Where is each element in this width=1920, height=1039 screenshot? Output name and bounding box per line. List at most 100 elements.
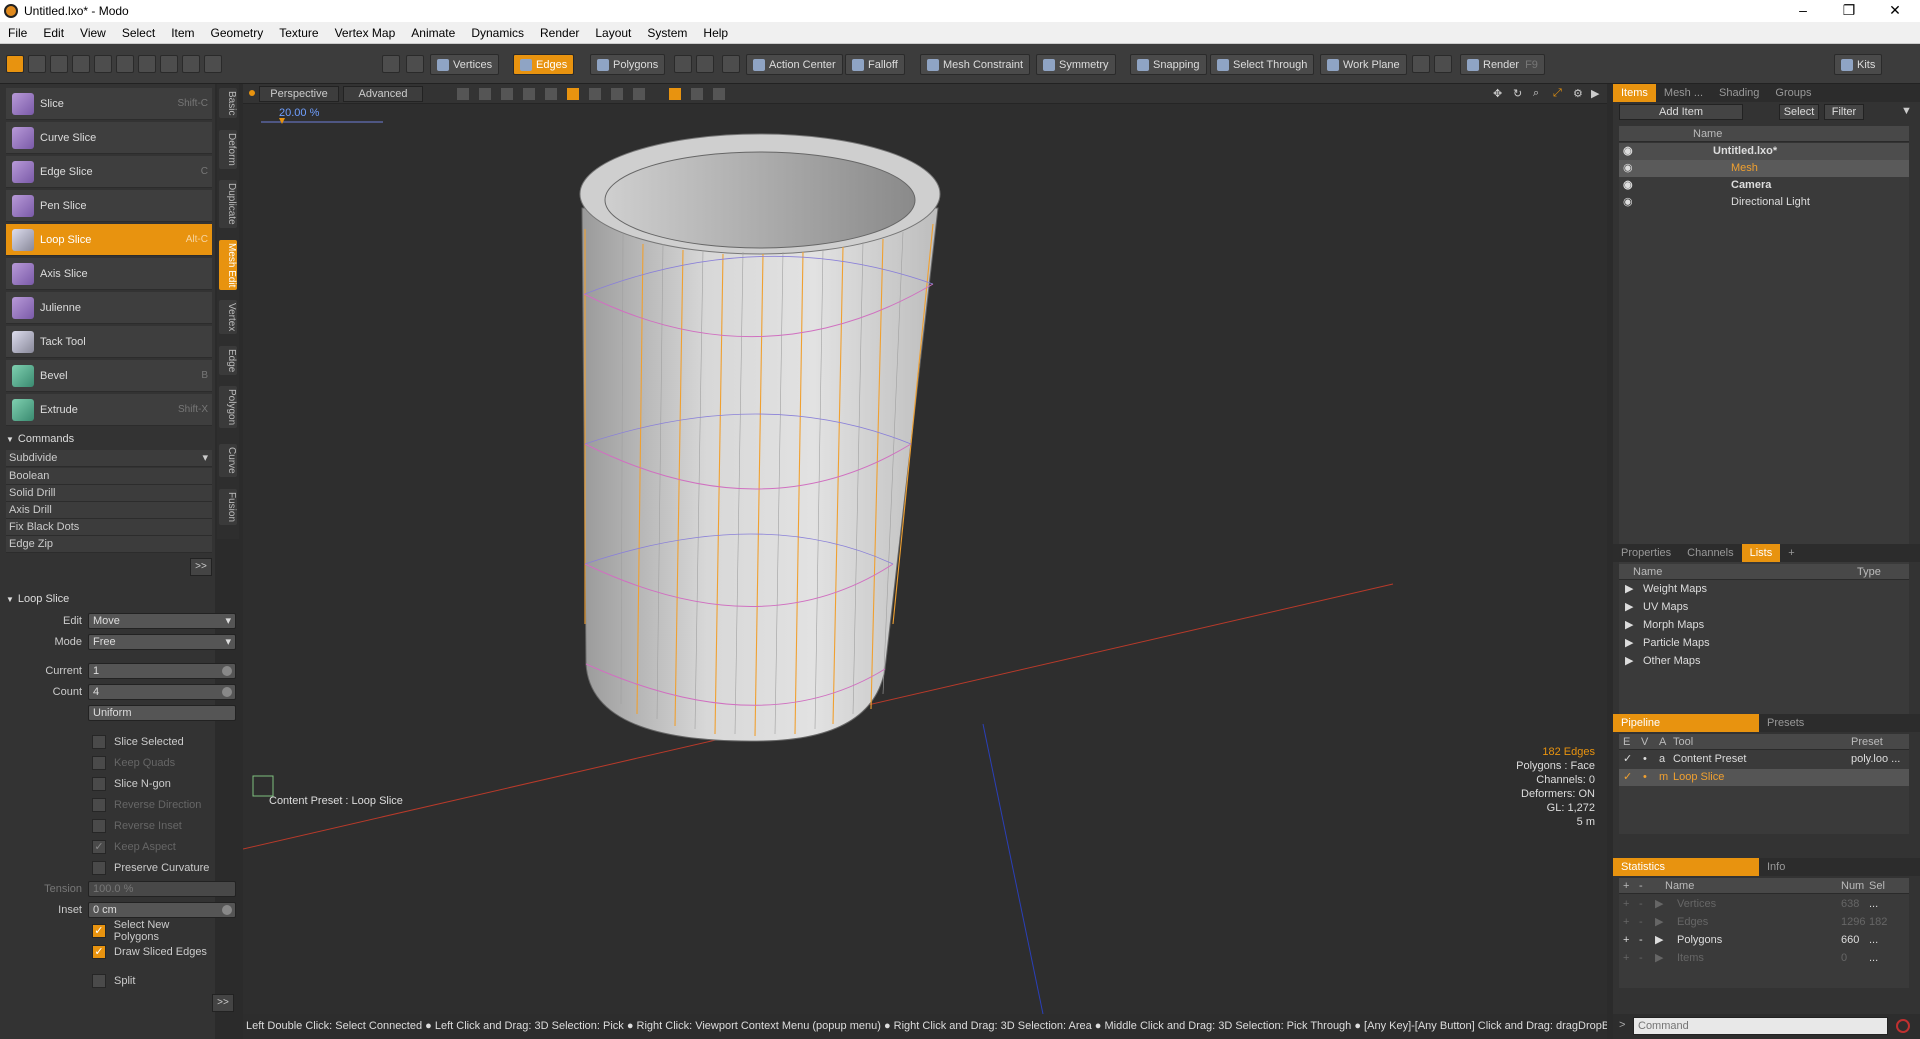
current-field[interactable]: 1 [88,663,236,679]
list-weight-maps[interactable]: ▶ Weight Maps [1619,581,1707,598]
tool-extrude[interactable]: Extrude Shift-X [6,394,212,426]
tension-field[interactable]: 100.0 % [88,881,236,897]
tool-pen-slice[interactable]: Pen Slice [6,190,212,222]
solid-icon[interactable] [501,88,513,100]
count-field[interactable]: 4 [88,684,236,700]
pipeline-row-content-preset[interactable]: ✓ • a Content Preset poly.loo ... [1619,751,1909,768]
tab-duplicate[interactable]: Duplicate [219,180,237,228]
render-view-icon[interactable] [669,88,681,100]
tab-edge[interactable]: Edge [219,346,237,376]
tree-camera[interactable]: ◉ Camera [1619,177,1909,194]
soft-drag-icon[interactable] [204,55,222,73]
menu-view[interactable]: View [72,26,114,40]
tool-tack[interactable]: Tack Tool [6,326,212,358]
expand-triangle-icon[interactable]: ▶ [1625,617,1633,634]
symmetry-button[interactable]: Symmetry [1036,54,1116,75]
funnel-icon[interactable]: ▼ [1901,105,1912,117]
eye-icon[interactable]: ◉ [1623,143,1633,160]
scale-icon[interactable] [72,55,90,73]
reflect-icon[interactable] [633,88,645,100]
select-through-button[interactable]: Select Through [1210,54,1315,75]
3d-viewport[interactable]: Perspective Advanced ✥ ↻ ⌕ ⤢ ⚙ ▶ 20.00 %… [243,84,1607,1014]
select-button[interactable]: Select [1779,104,1819,120]
eye-icon[interactable]: ◉ [1623,177,1633,194]
kits-button[interactable]: Kits [1834,54,1883,75]
rotate-icon[interactable] [50,55,68,73]
menu-geometry[interactable]: Geometry [203,26,272,40]
restore-button[interactable]: ❐ [1826,0,1872,22]
keep-aspect-checkbox[interactable]: ✓ Keep Aspect [92,838,176,855]
tool-slice[interactable]: Slice Shift-C [6,88,212,120]
render-preview-icon[interactable] [1434,55,1452,73]
tool-julienne[interactable]: Julienne [6,292,212,324]
pipeline-row-loop-slice[interactable]: ✓ • m Loop Slice [1619,769,1909,786]
loop-slice-header[interactable]: ▼ Loop Slice [6,591,212,607]
tree-mesh[interactable]: ◉ Mesh [1619,160,1909,177]
weight-icon[interactable] [589,88,601,100]
mode-dropdown[interactable]: Free ▾ [88,634,236,650]
transform-icon[interactable] [94,55,112,73]
snap-move-icon[interactable] [182,55,200,73]
auto-select-icon[interactable] [722,55,740,73]
menu-render[interactable]: Render [532,26,587,40]
expand-triangle-icon[interactable]: ▶ [1655,896,1663,913]
mode-dropdown-icon[interactable] [696,55,714,73]
work-plane-button[interactable]: Work Plane [1320,54,1407,75]
texture-icon[interactable] [523,88,535,100]
preview-icon[interactable] [1412,55,1430,73]
tool-curve-slice[interactable]: Curve Slice [6,122,212,154]
tool-loop-slice[interactable]: Loop Slice Alt-C [6,224,212,256]
spinner-icon[interactable] [222,666,232,676]
tab-mesh[interactable]: Mesh ... [1656,84,1711,102]
list-particle-maps[interactable]: ▶ Particle Maps [1619,635,1710,652]
snapping-button[interactable]: Snapping [1130,54,1207,75]
tool-axis-slice[interactable]: Axis Slice [6,258,212,290]
tab-basic[interactable]: Basic [219,88,237,119]
plus-icon[interactable]: + [1623,878,1629,894]
menu-animate[interactable]: Animate [403,26,463,40]
tab-shading[interactable]: Shading [1711,84,1767,102]
menu-vertex-map[interactable]: Vertex Map [327,26,404,40]
menu-edit[interactable]: Edit [35,26,72,40]
stat-row-polygons[interactable]: + - ▶ Polygons 660 ... [1619,932,1909,949]
spinner-icon[interactable] [222,687,232,697]
tab-groups[interactable]: Groups [1767,84,1819,102]
command-input[interactable] [1633,1017,1888,1035]
expand-triangle-icon[interactable]: ▶ [1655,914,1663,931]
slice-ngon-checkbox[interactable]: Slice N-gon [92,775,171,792]
tool-bevel[interactable]: Bevel B [6,360,212,392]
select-mode-icon[interactable] [6,55,24,73]
add-item-button[interactable]: Add Item [1619,104,1743,120]
eye-icon[interactable]: ◉ [1623,160,1633,177]
commands-more-button[interactable]: >> [190,558,212,576]
tree-scene[interactable]: ◉ Untitled.lxo* [1619,143,1909,160]
spinner-icon[interactable] [222,905,232,915]
tab-add[interactable]: + [1780,544,1802,562]
slice-selected-checkbox[interactable]: Slice Selected [92,733,184,750]
orbit-icon[interactable]: ↻ [1513,87,1522,100]
list-other-maps[interactable]: ▶ Other Maps [1619,653,1700,670]
camera-view-icon[interactable] [691,88,703,100]
preserve-curvature-checkbox[interactable]: Preserve Curvature [92,859,209,876]
menu-file[interactable]: File [0,26,35,40]
expand-triangle-icon[interactable]: ▶ [1625,599,1633,616]
polygons-button[interactable]: Polygons [590,54,666,75]
minimize-button[interactable]: – [1780,0,1826,22]
render-button[interactable]: Render F9 [1460,54,1545,75]
tab-properties[interactable]: Properties [1613,544,1679,562]
draw-sliced-edges-checkbox[interactable]: ✓ Draw Sliced Edges [92,943,207,960]
menu-layout[interactable]: Layout [587,26,639,40]
keep-quads-checkbox[interactable]: Keep Quads [92,754,175,771]
viewport-arrow-icon[interactable]: ▶ [1591,87,1599,100]
zoom-icon[interactable]: ⌕ [1533,87,1539,100]
overlay-icon[interactable] [713,88,725,100]
stat-row-vertices[interactable]: + - ▶ Vertices 638 ... [1619,896,1909,913]
slider-handle-icon[interactable] [279,118,285,124]
uv-icon[interactable] [611,88,623,100]
menu-dynamics[interactable]: Dynamics [463,26,532,40]
advanced-dropdown[interactable]: Advanced [343,86,423,102]
tab-pipeline[interactable]: Pipeline [1613,714,1759,732]
expand-triangle-icon[interactable]: ▶ [1625,581,1633,598]
tab-mesh-edit[interactable]: Mesh Edit [219,240,237,291]
commands-header[interactable]: ▼ Commands [6,431,212,447]
